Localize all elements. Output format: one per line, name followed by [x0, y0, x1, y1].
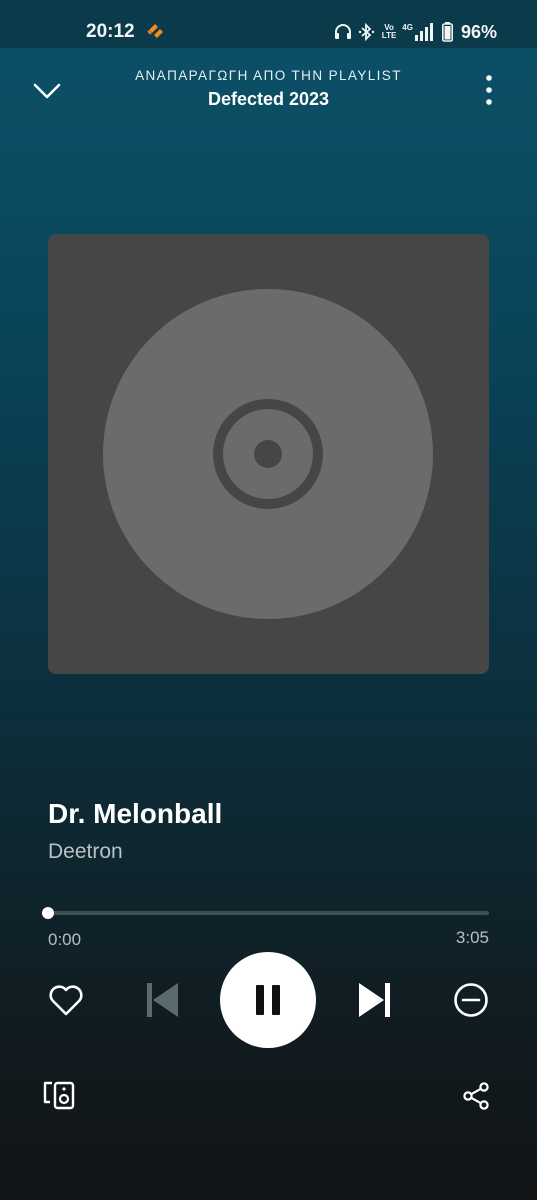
- progress-thumb[interactable]: [42, 907, 54, 919]
- status-bar: 20:12 Vo LTE 4G 96%: [0, 0, 537, 48]
- album-cover: [48, 234, 489, 674]
- volte-line2: LTE: [381, 31, 397, 40]
- connect-devices-icon: [43, 1081, 75, 1110]
- skip-next-icon: [359, 983, 390, 1017]
- time-elapsed: 0:00: [48, 930, 82, 949]
- status-time: 20:12: [86, 21, 135, 42]
- soundcloud-like-icon: [146, 22, 166, 40]
- playlist-title[interactable]: Defected 2023: [0, 89, 537, 110]
- heart-outline-icon: [49, 985, 83, 1016]
- like-button[interactable]: [44, 978, 88, 1022]
- disc-icon: [103, 289, 433, 619]
- share-button[interactable]: [458, 1078, 494, 1114]
- next-button[interactable]: [353, 978, 397, 1022]
- more-options-button[interactable]: [474, 73, 504, 107]
- time-total: 3:05: [455, 928, 489, 947]
- track-title[interactable]: Dr. Melonball: [48, 798, 222, 830]
- network-label: 4G: [402, 23, 413, 32]
- status-icons: Vo LTE 4G 96%: [334, 20, 497, 44]
- minus-circle-icon: [454, 983, 488, 1017]
- pause-icon: [256, 985, 280, 1015]
- skip-previous-icon: [147, 983, 178, 1017]
- headphones-icon: [334, 23, 352, 41]
- previous-button[interactable]: [140, 978, 184, 1022]
- playing-from-caption: ΑΝΑΠΑΡΑΓΩΓΗ ΑΠΟ ΤΗΝ PLAYLIST: [135, 68, 402, 83]
- hide-song-button[interactable]: [449, 978, 493, 1022]
- battery-percent: 96%: [460, 21, 497, 42]
- battery-icon: [441, 22, 453, 42]
- more-vertical-icon: [486, 75, 492, 105]
- bluetooth-icon: [358, 23, 376, 41]
- signal-4g-icon: 4G: [402, 23, 436, 41]
- track-artist[interactable]: Deetron: [48, 840, 123, 864]
- connect-devices-button[interactable]: [40, 1076, 78, 1114]
- player-header: ΑΝΑΠΑΡΑΓΩΓΗ ΑΠΟ ΤΗΝ PLAYLIST Defected 20…: [0, 48, 537, 138]
- progress-bar[interactable]: [42, 907, 489, 919]
- pause-button[interactable]: [220, 952, 316, 1048]
- share-icon: [463, 1082, 489, 1110]
- volte-icon: Vo LTE: [382, 24, 397, 40]
